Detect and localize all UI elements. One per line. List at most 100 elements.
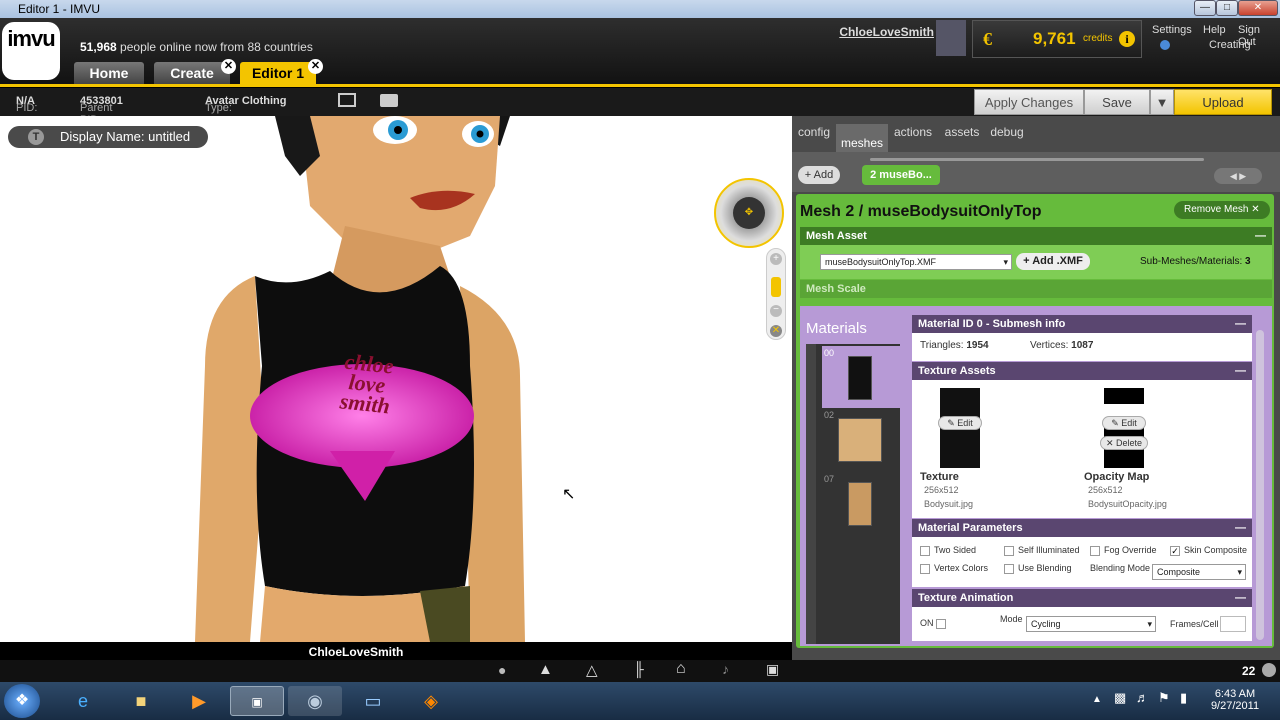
home-icon[interactable]: ⌂ (676, 660, 686, 678)
checkbox-box[interactable] (936, 618, 947, 629)
remove-mesh-button[interactable]: Remove Mesh ✕ (1174, 201, 1270, 219)
vertex-colors-checkbox[interactable]: Vertex Colors (920, 563, 988, 574)
close-tab-editor-icon[interactable]: ✕ (308, 59, 323, 74)
start-button[interactable]: ❖ (4, 684, 40, 718)
opacity-name: Opacity Map (1084, 471, 1150, 483)
add-xmf-button[interactable]: + Add .XMF (1016, 253, 1090, 270)
texture-assets-header[interactable]: Texture Assets — (912, 362, 1252, 380)
materials-detail-scrollbar[interactable] (1256, 330, 1264, 640)
paw-taskbar-icon[interactable]: ◈ (404, 686, 458, 716)
zoom-slider[interactable]: + − ✕ (766, 248, 786, 340)
fog-override-checkbox[interactable]: Fog Override (1090, 545, 1157, 556)
animation-on-checkbox[interactable]: ON (920, 618, 950, 629)
mesh-scale-header[interactable]: Mesh Scale (800, 280, 1272, 298)
internet-explorer-icon[interactable]: e (56, 686, 110, 716)
zoom-thumb[interactable] (771, 277, 781, 297)
imvu-logo[interactable]: imvu (2, 22, 60, 80)
recorder-taskbar-icon[interactable]: ◉ (288, 686, 342, 716)
self-illuminated-checkbox[interactable]: Self Illuminated (1004, 545, 1080, 556)
collapse-icon[interactable]: — (1235, 589, 1246, 607)
chair-icon[interactable]: ╟ (634, 661, 644, 677)
info-icon[interactable]: i (1119, 31, 1135, 47)
flag-icon[interactable]: ⚑ (1158, 690, 1170, 706)
checkmark-icon[interactable]: ✓ (1170, 545, 1180, 556)
opacity-delete-button[interactable]: ✕ Delete (1100, 436, 1148, 450)
tab-actions[interactable]: actions (890, 118, 936, 154)
collapse-icon[interactable]: — (1255, 227, 1266, 245)
app-taskbar-icon[interactable]: ▭ (346, 686, 400, 716)
maximize-button[interactable]: □ (1216, 0, 1238, 16)
add-mesh-button[interactable]: + Add (798, 166, 840, 184)
save-button[interactable]: Save (1084, 89, 1150, 115)
material-thumb-07[interactable] (848, 482, 872, 526)
mesh-asset-header[interactable]: Mesh Asset — (800, 227, 1272, 245)
camera-orbit-control[interactable]: ✥ (714, 178, 784, 248)
material-info-header[interactable]: Material ID 0 - Submesh info — (912, 315, 1252, 333)
orbit-arrows-icon[interactable]: ✥ (733, 197, 765, 229)
texture-animation-header[interactable]: Texture Animation — (912, 589, 1252, 607)
chat-icon[interactable]: ● (498, 662, 506, 678)
tab-assets[interactable]: assets (940, 118, 984, 154)
mode-select[interactable]: Cycling (1026, 616, 1156, 632)
use-blending-checkbox[interactable]: Use Blending (1004, 563, 1072, 574)
collapse-icon[interactable]: — (1235, 519, 1246, 537)
network-icon[interactable]: ▩ (1114, 690, 1126, 706)
skin-composite-checkbox[interactable]: ✓ Skin Composite (1170, 545, 1247, 556)
tray-arrow-icon[interactable]: ▲ (1092, 694, 1102, 705)
hanger-icon[interactable]: △ (586, 661, 598, 679)
zoom-out-icon[interactable]: − (770, 305, 782, 317)
reset-view-icon[interactable]: ✕ (770, 325, 782, 337)
mesh-file-select[interactable]: museBodysuitOnlyTop.XMF (820, 254, 1012, 270)
camera-icon[interactable]: ▣ (766, 661, 779, 678)
display-name-bar[interactable]: T Display Name: untitled (8, 126, 208, 148)
volume-icon[interactable]: ♬ (1136, 690, 1149, 705)
blending-mode-select[interactable]: Composite (1152, 564, 1246, 580)
close-window-button[interactable]: ✕ (1238, 0, 1278, 16)
checkbox-box[interactable] (920, 545, 930, 556)
edit-name-icon[interactable]: T (28, 129, 44, 145)
checkbox-box[interactable] (1004, 563, 1014, 574)
credits-box[interactable]: € 9,761 credits i (972, 20, 1142, 58)
user-avatar[interactable] (936, 20, 966, 56)
folder-icon[interactable] (380, 94, 398, 107)
mesh-strip-scrollbar[interactable] (870, 158, 1204, 161)
save-dropdown-icon[interactable]: ▼ (1150, 89, 1174, 115)
people-icon[interactable] (1262, 663, 1276, 677)
window-icon[interactable] (338, 93, 356, 107)
tab-config[interactable]: config (794, 118, 834, 154)
texture-edit-button[interactable]: ✎ Edit (938, 416, 982, 430)
imvu-taskbar-icon[interactable]: ▣ (230, 686, 284, 716)
settings-link[interactable]: Settings (1152, 24, 1192, 36)
collapse-icon[interactable]: — (1235, 315, 1246, 333)
apply-changes-button[interactable]: Apply Changes (974, 89, 1084, 115)
tab-home[interactable]: Home (74, 62, 144, 84)
minimize-button[interactable]: — (1194, 0, 1216, 16)
avatar-viewport[interactable]: chloe love smith ✥ + − ✕ ↖ (0, 116, 792, 642)
two-sided-checkbox[interactable]: Two Sided (920, 545, 976, 556)
frames-cell-input[interactable] (1220, 616, 1246, 632)
opacity-edit-button[interactable]: ✎ Edit (1102, 416, 1146, 430)
tab-create[interactable]: Create (154, 62, 230, 84)
battery-icon[interactable]: ▮ (1180, 690, 1187, 706)
materials-scrollbar[interactable] (806, 344, 816, 644)
checkbox-box[interactable] (1090, 545, 1100, 556)
explorer-folder-icon[interactable]: ■ (114, 686, 168, 716)
upload-button[interactable]: Upload (1174, 89, 1272, 115)
materials-list[interactable]: 00 02 07 (806, 344, 900, 644)
zoom-in-icon[interactable]: + (770, 253, 782, 265)
tab-editor-1[interactable]: Editor 1 (240, 62, 316, 84)
mesh-scroll-arrows[interactable]: ◀ ▶ (1214, 168, 1262, 184)
tab-debug[interactable]: debug (986, 118, 1028, 154)
music-icon[interactable]: ♪ (722, 661, 729, 677)
clock[interactable]: 6:43 AM 9/27/2011 (1200, 688, 1270, 712)
media-player-icon[interactable]: ▶ (172, 686, 226, 716)
checkbox-box[interactable] (1004, 545, 1014, 556)
help-link[interactable]: Help (1203, 24, 1226, 36)
mesh-chip[interactable]: 2 museBo... (862, 165, 940, 185)
close-tab-create-icon[interactable]: ✕ (221, 59, 236, 74)
shirt-icon[interactable]: ▲ (538, 661, 553, 678)
collapse-icon[interactable]: — (1235, 362, 1246, 380)
checkbox-box[interactable] (920, 563, 930, 574)
material-thumb-02[interactable] (838, 418, 882, 462)
material-params-header[interactable]: Material Parameters — (912, 519, 1252, 537)
